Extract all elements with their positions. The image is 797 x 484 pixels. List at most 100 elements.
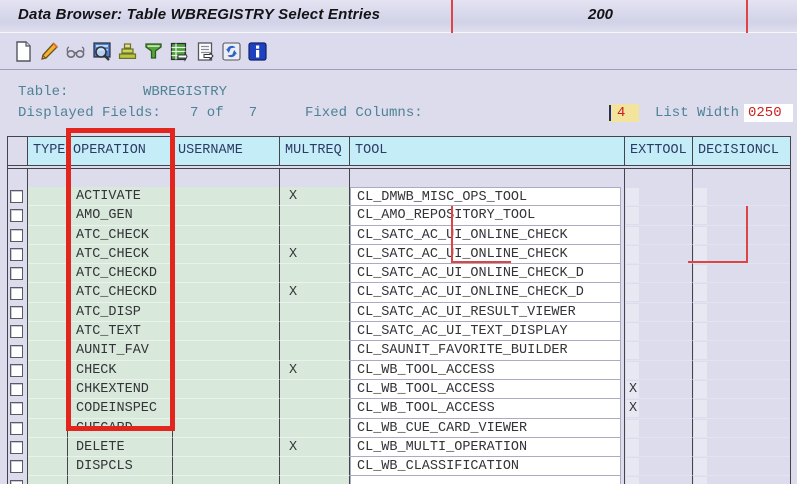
table-row[interactable]: CHECK X CL_WB_TOOL_ACCESS — [8, 360, 790, 380]
cell-operation: AMO_GEN — [68, 206, 173, 226]
table-row[interactable]: AUNIT_FAV CL_SAUNIT_FAVORITE_BUILDER — [8, 341, 790, 361]
cell-username — [173, 360, 280, 380]
refresh-button[interactable] — [220, 40, 243, 64]
column-header-select[interactable] — [8, 137, 28, 166]
spreadsheet-export-button[interactable] — [168, 40, 191, 64]
cell-operation: CUECARD — [68, 418, 173, 438]
row-select-cell — [8, 457, 28, 477]
row-checkbox[interactable] — [10, 305, 23, 319]
list-width-label: List Width — [655, 105, 740, 121]
cell-username — [173, 206, 280, 226]
table-row[interactable]: CHKEXTEND CL_WB_TOOL_ACCESS X — [8, 379, 790, 400]
cell-tool: CL_SATC_AC_UI_ONLINE_CHECK_D — [350, 264, 625, 284]
row-select-cell — [8, 341, 28, 361]
info-button[interactable] — [246, 40, 269, 64]
fixed-columns-input[interactable]: 4 — [608, 104, 639, 122]
cell-username — [173, 225, 280, 245]
cell-decisioncl — [693, 187, 790, 207]
table-row[interactable]: DISPCLS CL_WB_CLASSIFICATION — [8, 457, 790, 477]
list-width-input[interactable]: 0250 — [744, 104, 793, 122]
row-checkbox[interactable] — [10, 209, 23, 223]
column-header-multreq[interactable]: MULTREQ — [280, 137, 350, 166]
cell-exttool — [625, 283, 693, 303]
cell-username — [173, 302, 280, 323]
cell-decisioncl — [693, 399, 790, 419]
cell-decisioncl — [693, 457, 790, 477]
cell-decisioncl — [693, 206, 790, 226]
filter-button[interactable] — [142, 40, 165, 64]
detail-button[interactable] — [90, 40, 113, 64]
table-row[interactable]: ATC_DISP CL_SATC_AC_UI_RESULT_VIEWER — [8, 302, 790, 323]
word-export-button[interactable] — [194, 40, 217, 64]
cell-decisioncl — [693, 437, 790, 458]
cell-multreq — [280, 264, 350, 284]
table-row[interactable]: ACTIVATE X CL_DMWB_MISC_OPS_TOOL — [8, 187, 790, 207]
table-row[interactable]: CODEINSPEC CL_WB_TOOL_ACCESS X — [8, 399, 790, 419]
row-checkbox[interactable] — [10, 286, 23, 300]
cell-exttool — [625, 187, 693, 207]
cell-tool: CL_WB_TOOL_ACCESS — [350, 379, 625, 400]
cell-username — [173, 399, 280, 419]
page-title: Data Browser: Table WBREGISTRY Select En… — [18, 6, 381, 23]
cell-multreq — [280, 418, 350, 438]
cell-operation: CHECK — [68, 360, 173, 380]
title-bar: Data Browser: Table WBREGISTRY Select En… — [0, 0, 797, 33]
table-row[interactable]: AMO_GEN CL_AMO_REPOSITORY_TOOL — [8, 206, 790, 226]
sap-data-browser-window: Data Browser: Table WBREGISTRY Select En… — [0, 0, 797, 484]
row-checkbox[interactable] — [10, 325, 23, 339]
row-checkbox[interactable] — [10, 228, 23, 242]
display-entry-button[interactable] — [64, 40, 87, 64]
cell-exttool — [625, 341, 693, 361]
displayed-fields-label: Displayed Fields: — [18, 105, 161, 121]
table-row[interactable]: ATC_TEXT CL_SATC_AC_UI_TEXT_DISPLAY — [8, 322, 790, 342]
cell-type — [28, 399, 68, 419]
row-checkbox[interactable] — [10, 441, 23, 454]
row-checkbox[interactable] — [10, 190, 23, 204]
column-header-tool[interactable]: TOOL — [350, 137, 625, 166]
cell-exttool: X — [625, 399, 693, 419]
grid-header-row: TYPE OPERATION USERNAME MULTREQ TOOL EXTTOOL D… — [8, 137, 790, 166]
cell-operation: CHKEXTEND — [68, 379, 173, 400]
row-select-cell — [8, 399, 28, 419]
cell-multreq — [280, 457, 350, 477]
column-header-exttool[interactable]: EXTTOOL — [625, 137, 693, 166]
column-header-operation[interactable]: OPERATION — [68, 137, 173, 166]
cell-decisioncl — [693, 264, 790, 284]
cell-tool: CL_SAUNIT_FAVORITE_BUILDER — [350, 341, 625, 361]
create-entry-button[interactable] — [12, 40, 35, 64]
row-checkbox[interactable] — [10, 479, 23, 484]
row-checkbox[interactable] — [10, 363, 23, 377]
table-row[interactable]: ATC_CHECK CL_SATC_AC_UI_ONLINE_CHECK — [8, 225, 790, 245]
row-checkbox[interactable] — [10, 248, 23, 262]
row-checkbox[interactable] — [10, 267, 23, 281]
cell-decisioncl — [693, 341, 790, 361]
row-checkbox[interactable] — [10, 344, 23, 358]
detail-icon — [91, 41, 112, 62]
row-checkbox[interactable] — [10, 460, 23, 474]
table-row[interactable]: ATC_CHECKD X CL_SATC_AC_UI_ONLINE_CHECK_… — [8, 283, 790, 303]
cell-tool: CL_SATC_AC_UI_RESULT_VIEWER — [350, 302, 625, 323]
row-select-cell — [8, 283, 28, 303]
sort-ascending-button[interactable] — [116, 40, 139, 64]
table-row[interactable]: ATC_CHECKD CL_SATC_AC_UI_ONLINE_CHECK_D — [8, 264, 790, 284]
table-label: Table: — [18, 84, 69, 100]
change-entry-button[interactable] — [38, 40, 61, 64]
column-header-decisioncl[interactable]: DECISIONCL — [693, 137, 790, 166]
table-row[interactable]: ATC_CHECK X CL_SATC_AC_UI_ONLINE_CHECK — [8, 244, 790, 265]
table-row[interactable]: DELETE X CL_WB_MULTI_OPERATION — [8, 437, 790, 458]
row-select-cell — [8, 322, 28, 342]
cell-type — [28, 437, 68, 458]
column-header-username[interactable]: USERNAME — [173, 137, 280, 166]
row-checkbox[interactable] — [10, 383, 23, 397]
row-select-cell — [8, 225, 28, 245]
row-checkbox[interactable] — [10, 402, 23, 416]
cell-tool: CL_AMO_REPOSITORY_TOOL — [350, 206, 625, 226]
column-header-type[interactable]: TYPE — [28, 137, 68, 166]
cell-exttool — [625, 206, 693, 226]
table-row[interactable]: CUECARD CL_WB_CUE_CARD_VIEWER — [8, 418, 790, 438]
cell-tool: CL_SATC_AC_UI_TEXT_DISPLAY — [350, 322, 625, 342]
row-checkbox[interactable] — [10, 421, 23, 435]
cell-username — [173, 457, 280, 477]
cell-exttool — [625, 225, 693, 245]
cell-exttool — [625, 302, 693, 323]
